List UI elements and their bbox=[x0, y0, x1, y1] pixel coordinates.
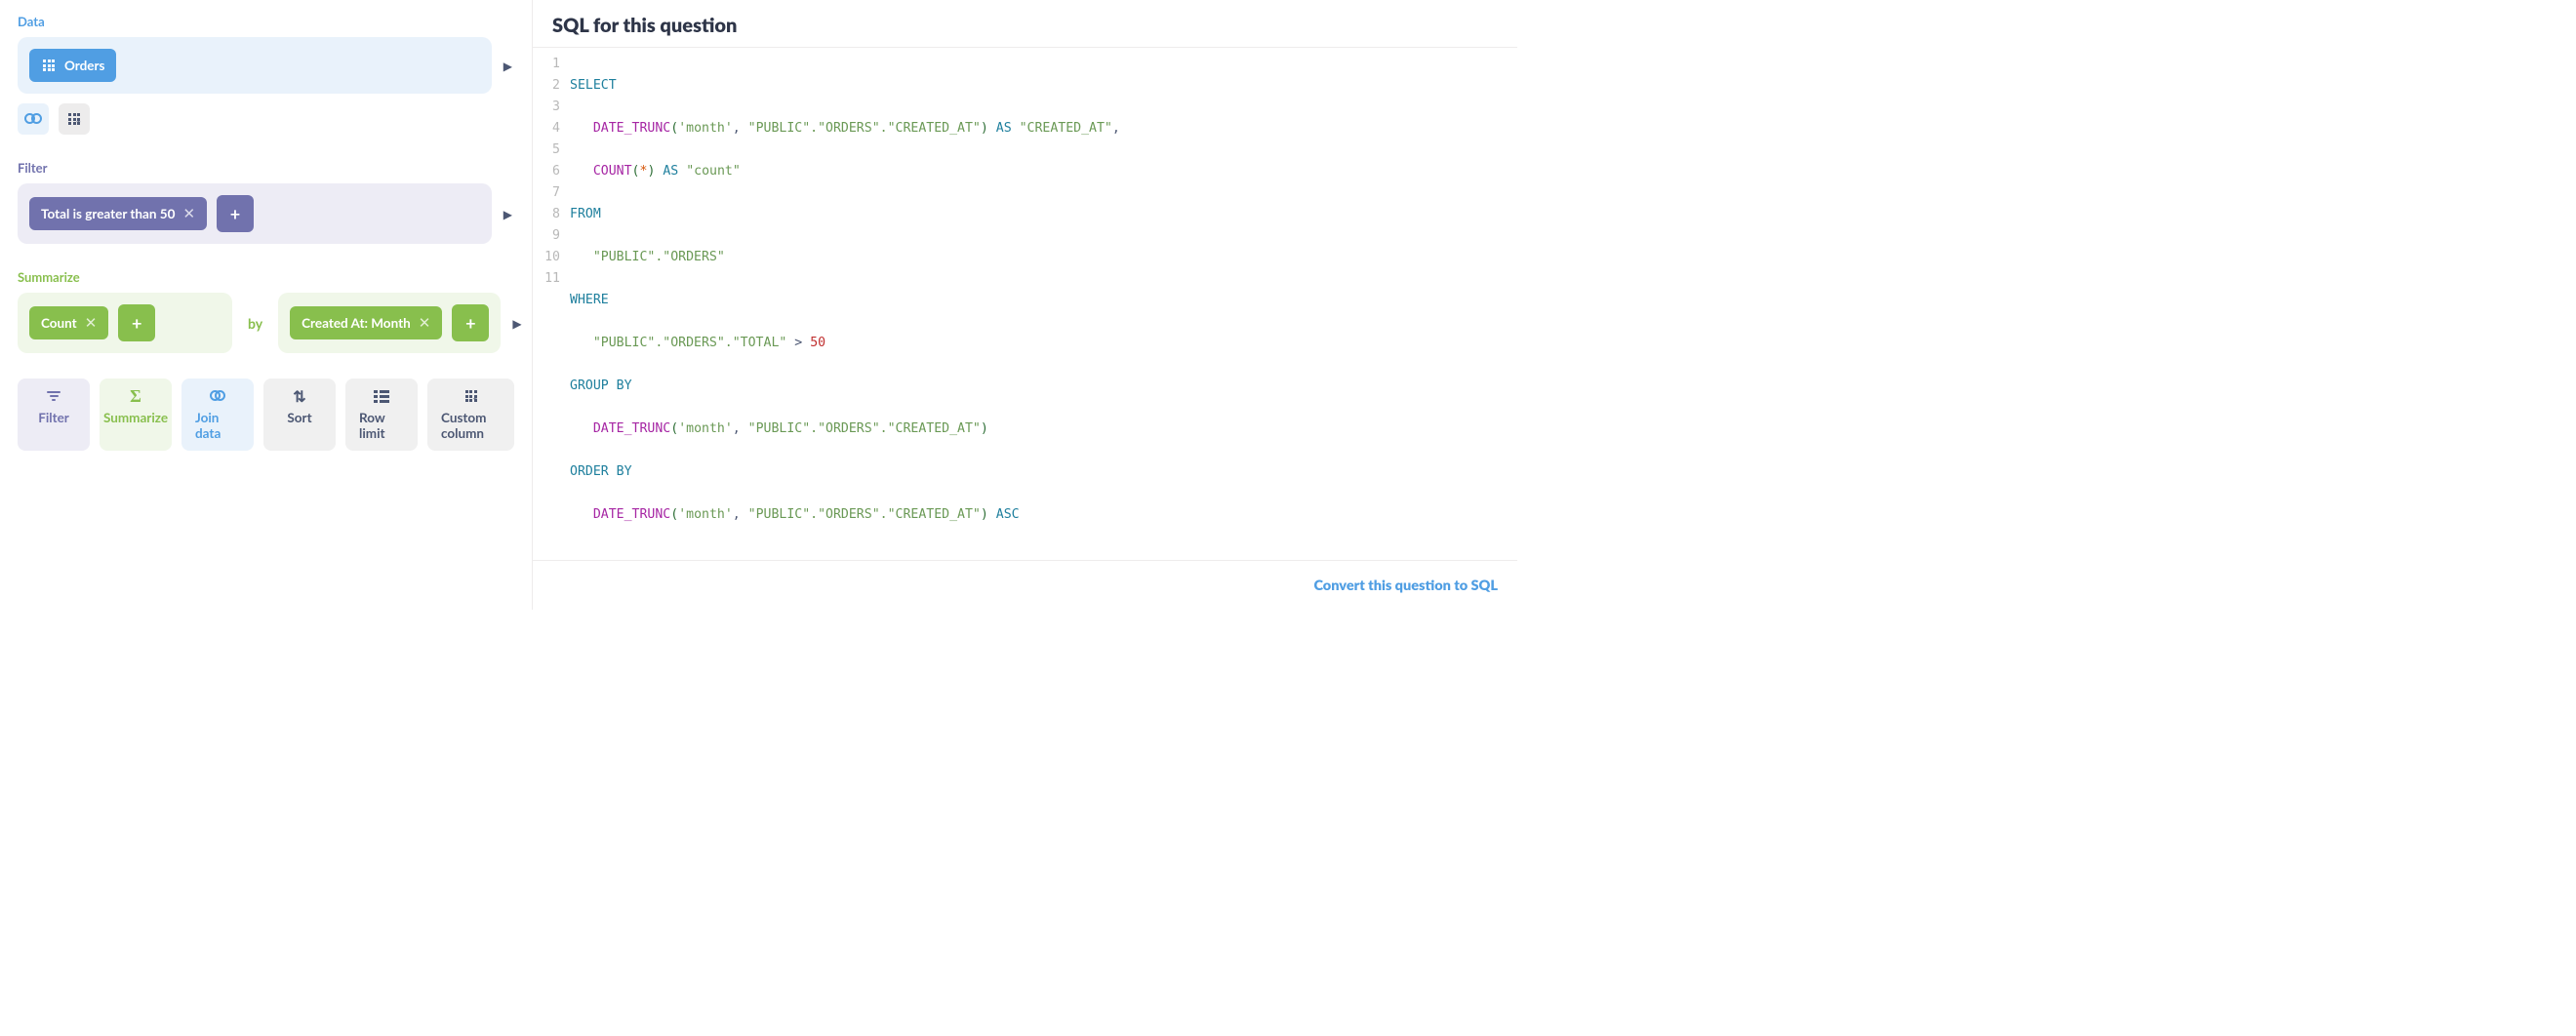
notebook-editor: Data Orders ▶ bbox=[0, 0, 532, 610]
add-join-step-button[interactable]: Join data bbox=[181, 379, 254, 451]
action-label: Custom column bbox=[441, 410, 501, 441]
filter-card: Total is greater than 50 ✕ + bbox=[18, 183, 492, 244]
data-table-name: Orders bbox=[64, 58, 104, 73]
remove-aggregate-icon[interactable]: ✕ bbox=[85, 316, 98, 331]
sql-code: SELECT DATE_TRUNC('month', "PUBLIC"."ORD… bbox=[570, 54, 1517, 554]
action-label: Sort bbox=[287, 410, 311, 425]
rowlimit-icon bbox=[374, 388, 389, 404]
sigma-icon: Σ bbox=[128, 388, 143, 404]
action-label: Filter bbox=[38, 410, 69, 425]
add-sort-step-button[interactable]: ⇅ Sort bbox=[263, 379, 336, 451]
breakout-card: Created At: Month ✕ + bbox=[278, 293, 501, 353]
data-card: Orders bbox=[18, 37, 492, 94]
venn-icon bbox=[24, 113, 42, 125]
aggregate-card: Count ✕ + bbox=[18, 293, 232, 353]
summarize-section-label: Summarize bbox=[18, 269, 514, 285]
custom-column-icon bbox=[68, 113, 80, 125]
action-label: Join data bbox=[195, 410, 240, 441]
table-icon bbox=[41, 58, 57, 73]
line-number-gutter: 1 2 3 4 5 6 7 8 9 10 11 bbox=[533, 54, 570, 554]
custom-column-icon bbox=[463, 388, 479, 404]
sql-panel-title: SQL for this question bbox=[533, 0, 1517, 48]
data-section-label: Data bbox=[18, 14, 514, 29]
sql-preview-panel: SQL for this question 1 2 3 4 5 6 7 8 9 … bbox=[532, 0, 1517, 610]
add-aggregate-button[interactable]: + bbox=[118, 304, 155, 341]
join-data-shortcut[interactable] bbox=[18, 103, 49, 135]
by-label: by bbox=[242, 315, 268, 332]
add-customcolumn-step-button[interactable]: Custom column bbox=[427, 379, 514, 451]
filter-condition-text: Total is greater than 50 bbox=[41, 206, 175, 221]
preview-caret-icon[interactable]: ▶ bbox=[502, 59, 514, 73]
sql-code-viewer: 1 2 3 4 5 6 7 8 9 10 11 SELECT DATE_TRUN… bbox=[533, 48, 1517, 561]
preview-caret-icon[interactable]: ▶ bbox=[502, 207, 514, 221]
action-label: Summarize bbox=[103, 410, 168, 425]
filter-section-label: Filter bbox=[18, 160, 514, 176]
breakout-text: Created At: Month bbox=[302, 315, 411, 331]
aggregate-text: Count bbox=[41, 315, 77, 331]
action-label: Row limit bbox=[359, 410, 404, 441]
add-summarize-step-button[interactable]: Σ Summarize bbox=[100, 379, 172, 451]
breakout-pill[interactable]: Created At: Month ✕ bbox=[290, 306, 442, 339]
add-filter-button[interactable]: + bbox=[217, 195, 254, 232]
add-rowlimit-step-button[interactable]: Row limit bbox=[345, 379, 418, 451]
aggregate-pill[interactable]: Count ✕ bbox=[29, 306, 108, 339]
sort-icon: ⇅ bbox=[292, 388, 307, 404]
data-table-pill[interactable]: Orders bbox=[29, 49, 116, 82]
remove-filter-icon[interactable]: ✕ bbox=[182, 207, 195, 221]
filter-icon bbox=[46, 388, 61, 404]
add-breakout-button[interactable]: + bbox=[452, 304, 489, 341]
add-filter-step-button[interactable]: Filter bbox=[18, 379, 90, 451]
step-action-row: Filter Σ Summarize Join data ⇅ Sort Row … bbox=[18, 379, 514, 451]
remove-breakout-icon[interactable]: ✕ bbox=[419, 316, 431, 331]
custom-column-shortcut[interactable] bbox=[59, 103, 90, 135]
venn-icon bbox=[210, 388, 225, 404]
convert-to-sql-link[interactable]: Convert this question to SQL bbox=[1313, 578, 1498, 594]
filter-condition-pill[interactable]: Total is greater than 50 ✕ bbox=[29, 197, 207, 230]
preview-caret-icon[interactable]: ▶ bbox=[510, 316, 523, 331]
